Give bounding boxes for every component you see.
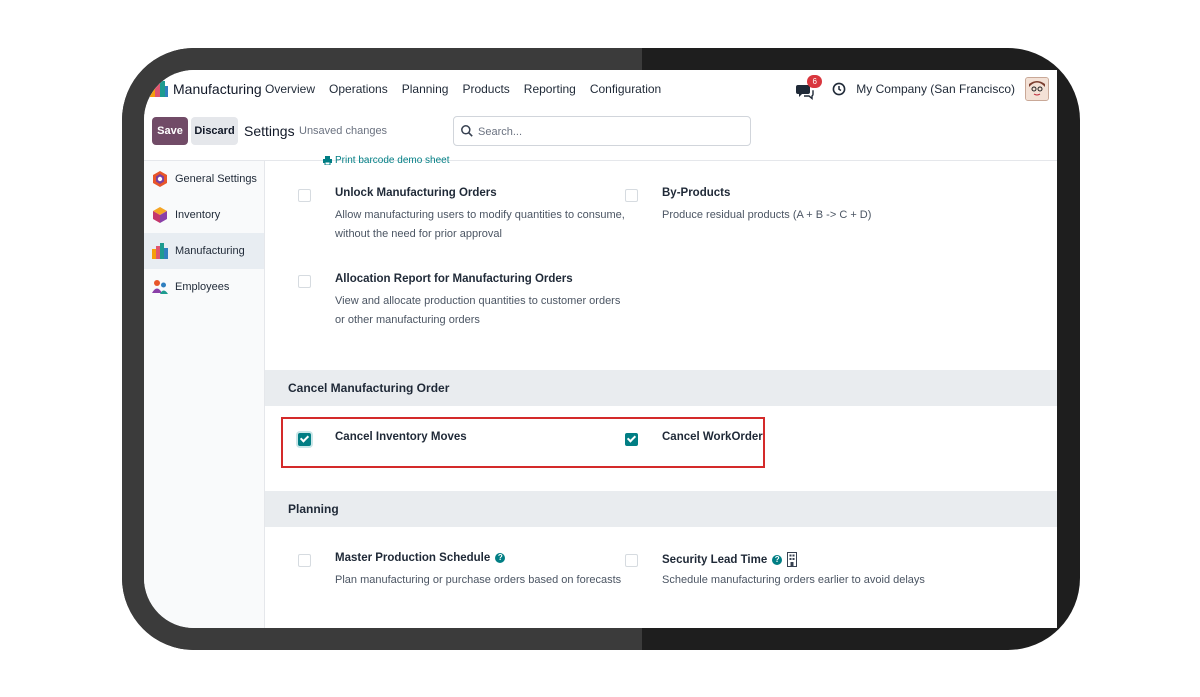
sidebar-item-label: Employees bbox=[175, 281, 230, 293]
employees-icon bbox=[152, 280, 168, 294]
cancel-workorder-checkbox[interactable] bbox=[625, 433, 638, 446]
control-panel: Save Discard Settings Unsaved changes bbox=[144, 108, 1057, 161]
main-menu: Overview Operations Planning Products Re… bbox=[265, 82, 661, 96]
setting-title: By-Products bbox=[662, 187, 731, 199]
sidebar-item-inventory[interactable]: Inventory bbox=[144, 197, 264, 233]
sidebar-item-label: General Settings bbox=[175, 173, 257, 185]
setting-description: Produce residual products (A + B -> C + … bbox=[662, 209, 872, 221]
manufacturing-app-icon[interactable] bbox=[150, 81, 168, 97]
unsaved-status: Unsaved changes bbox=[299, 125, 388, 137]
setting-title: Cancel WorkOrder bbox=[662, 431, 763, 443]
general-settings-icon bbox=[153, 171, 167, 187]
page-title: Settings bbox=[244, 123, 295, 139]
building-icon bbox=[787, 552, 798, 567]
setting-title: Security Lead Time bbox=[662, 553, 768, 566]
setting-description: Schedule manufacturing orders earlier to… bbox=[662, 574, 925, 586]
setting-title: Cancel Inventory Moves bbox=[335, 431, 467, 443]
printer-icon bbox=[323, 156, 332, 165]
setting-title: Allocation Report for Manufacturing Orde… bbox=[335, 273, 573, 285]
sidebar-item-label: Inventory bbox=[175, 209, 221, 221]
help-icon[interactable]: ? bbox=[772, 554, 783, 565]
menu-planning[interactable]: Planning bbox=[402, 82, 449, 96]
by-products-checkbox[interactable] bbox=[625, 189, 638, 202]
top-navbar: Manufacturing Overview Operations Planni… bbox=[144, 70, 1057, 109]
setting-description: Plan manufacturing or purchase orders ba… bbox=[335, 574, 622, 586]
clock-icon[interactable] bbox=[832, 82, 846, 96]
sidebar-item-general-settings[interactable]: General Settings bbox=[144, 161, 264, 197]
unlock-mo-checkbox[interactable] bbox=[298, 189, 311, 202]
search-input[interactable] bbox=[476, 122, 740, 142]
setting-description: View and allocate production quantities … bbox=[335, 295, 621, 326]
user-avatar[interactable] bbox=[1025, 77, 1049, 101]
cancel-inventory-moves-checkbox[interactable] bbox=[298, 433, 311, 446]
help-icon[interactable]: ? bbox=[495, 553, 506, 563]
mps-checkbox[interactable] bbox=[298, 554, 311, 567]
setting-description: Allow manufacturing users to modify quan… bbox=[335, 209, 625, 240]
discard-button[interactable]: Discard bbox=[191, 117, 238, 145]
chat-badge: 6 bbox=[807, 75, 823, 88]
sidebar-item-label: Manufacturing bbox=[175, 245, 245, 257]
section-cancel-manufacturing-order: Cancel Manufacturing Order bbox=[265, 370, 1057, 406]
setting-title: Unlock Manufacturing Orders bbox=[335, 187, 497, 199]
menu-operations[interactable]: Operations bbox=[329, 82, 388, 96]
search-box bbox=[453, 116, 751, 146]
security-lead-time-checkbox[interactable] bbox=[625, 554, 638, 567]
print-demo-link[interactable]: Print barcode demo sheet bbox=[323, 155, 450, 166]
app-name[interactable]: Manufacturing bbox=[173, 81, 262, 97]
save-button[interactable]: Save bbox=[152, 117, 188, 145]
search-icon bbox=[461, 125, 473, 137]
section-heading: Cancel Manufacturing Order bbox=[288, 381, 450, 395]
setting-title-row: Master Production Schedule ? bbox=[335, 552, 506, 564]
app-screen: Manufacturing Overview Operations Planni… bbox=[144, 70, 1057, 628]
settings-content: Print barcode demo sheet Unlock Manufact… bbox=[265, 155, 1057, 628]
menu-products[interactable]: Products bbox=[462, 82, 509, 96]
sidebar-item-employees[interactable]: Employees bbox=[144, 269, 264, 305]
setting-title: Master Production Schedule bbox=[335, 552, 491, 564]
settings-sidebar: General Settings Inventory Manufacturing bbox=[144, 161, 265, 628]
allocation-report-checkbox[interactable] bbox=[298, 275, 311, 288]
section-heading: Planning bbox=[288, 502, 339, 516]
sidebar-item-manufacturing[interactable]: Manufacturing bbox=[144, 233, 264, 269]
inventory-icon bbox=[153, 207, 167, 223]
company-switcher[interactable]: My Company (San Francisco) bbox=[856, 82, 1015, 96]
demo-link-label: Print barcode demo sheet bbox=[335, 155, 450, 166]
messages-button[interactable]: 6 bbox=[796, 75, 823, 100]
menu-overview[interactable]: Overview bbox=[265, 82, 315, 96]
setting-title-row: Security Lead Time ? bbox=[662, 552, 798, 567]
avatar-face-icon bbox=[1026, 78, 1048, 100]
menu-reporting[interactable]: Reporting bbox=[524, 82, 576, 96]
manufacturing-icon bbox=[152, 243, 168, 259]
menu-configuration[interactable]: Configuration bbox=[590, 82, 661, 96]
navbar-right: 6 My Company (San Francisco) bbox=[796, 75, 1049, 102]
section-planning: Planning bbox=[265, 491, 1057, 527]
